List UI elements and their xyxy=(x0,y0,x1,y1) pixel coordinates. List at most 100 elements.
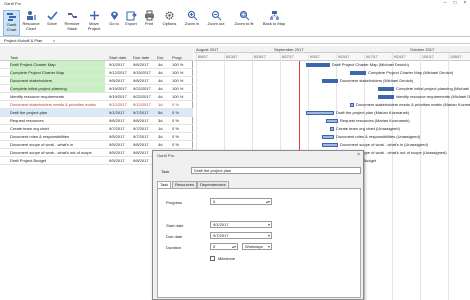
solve-button[interactable]: Solve xyxy=(45,10,59,36)
calendar-dropdown-icon[interactable]: ▾ xyxy=(268,222,270,227)
tab-dependencies[interactable]: Dependencies xyxy=(197,181,229,188)
spin-arrows-icon[interactable]: ▴▾ xyxy=(266,199,270,204)
progress-cell: 100 % xyxy=(172,62,184,67)
gantt-bar[interactable] xyxy=(350,103,354,107)
gantt-bar[interactable] xyxy=(350,71,366,75)
column-header-progress[interactable]: Progr. xyxy=(172,55,183,60)
milestone-checkbox[interactable] xyxy=(210,256,215,261)
task-cell: Draft the project plan xyxy=(10,110,48,115)
start-date-cell: 9/1/2017 xyxy=(109,62,125,67)
start-date-cell: 9/5/2017 xyxy=(109,150,125,155)
due-date-cell: 9/8/2017 xyxy=(133,78,149,83)
month-label: October 2017 xyxy=(410,47,435,52)
week-label: 9/17/17 xyxy=(366,55,378,59)
table-row[interactable]: Document scope of work - what's in 9/5/20… xyxy=(0,141,193,149)
due-date-cell: 9/8/2017 xyxy=(133,118,149,123)
move-project-icon xyxy=(89,11,99,20)
chevron-down-icon[interactable]: ▾ xyxy=(268,244,270,249)
week-label: 8/20/17 xyxy=(254,55,266,59)
month-label: August 2017 xyxy=(196,47,219,52)
duration-unit-select[interactable]: Workdays ▾ xyxy=(242,243,272,250)
table-row[interactable]: Document stakeholders 9/5/2017 9/8/2017 4d 1… xyxy=(0,77,193,85)
week-label: 9/24/17 xyxy=(394,55,406,59)
milestone-label: Milestone xyxy=(218,256,236,261)
gantt-bar[interactable] xyxy=(378,95,394,99)
due-date-cell: 9/6/2017 xyxy=(133,62,149,67)
due-date-field[interactable]: 9/7/2017 ▾ xyxy=(210,232,272,239)
duration-cell: 4d xyxy=(158,78,163,83)
progress-cell: 0 % xyxy=(172,102,179,107)
duration-unit-value: Workdays xyxy=(245,244,263,249)
gantt-bar-label: Identify resource requirements (Michael … xyxy=(396,94,470,99)
progress-cell: 100 % xyxy=(172,78,184,83)
column-header-start[interactable]: Start date xyxy=(109,55,126,60)
due-date-cell: 9/15/2017 xyxy=(133,70,151,75)
gantt-bar[interactable] xyxy=(330,127,334,131)
options-button[interactable]: Options xyxy=(160,10,179,36)
table-row[interactable]: Document stakeholders needs & priorities… xyxy=(0,101,193,109)
resource-chart-button[interactable]: Resource Chart xyxy=(22,10,40,36)
column-header-duration[interactable]: Dur. xyxy=(157,55,164,60)
zoom-out-button[interactable]: Zoom out xyxy=(205,10,227,36)
start-date-field[interactable]: 9/1/2017 ▾ xyxy=(210,221,272,228)
table-row[interactable]: Create team org chart 9/7/2017 9/7/2017 1d 0… xyxy=(0,125,193,133)
duration-label: Duration xyxy=(166,245,182,250)
task-label: Task xyxy=(161,169,170,174)
maximize-button[interactable]: □ xyxy=(450,0,460,7)
week-label: 9/3/17 xyxy=(310,55,320,59)
back-to-map-icon xyxy=(269,11,279,20)
gantt-bar[interactable] xyxy=(306,63,330,67)
back-to-map-button[interactable]: Back to Map xyxy=(261,10,287,36)
task-name-field[interactable]: Draft the project plan xyxy=(191,167,361,174)
remove-slack-icon xyxy=(67,13,77,18)
gantt-bar[interactable] xyxy=(306,111,334,115)
gantt-bar-label: Document roles & responsibilities (Unass… xyxy=(336,134,421,139)
remove-slack-button[interactable]: Remove Slack xyxy=(63,10,81,36)
progress-field[interactable]: 0 ▴▾ xyxy=(210,198,272,205)
duration-field[interactable]: 5 ▴▾ xyxy=(210,243,238,250)
print-button[interactable]: Print xyxy=(142,10,156,36)
table-row[interactable]: Draft Project Charter Map 9/1/2017 9/6/201… xyxy=(0,61,193,69)
table-row[interactable]: Document roles & responsibilities 9/5/201… xyxy=(0,133,193,141)
duration-cell: 1d xyxy=(158,126,163,131)
gantt-chart-button[interactable]: Gantt Chart xyxy=(3,10,20,36)
due-date-cell: 9/7/2017 xyxy=(133,134,149,139)
gantt-bar[interactable] xyxy=(322,79,338,83)
zoom-to-fit-button[interactable]: Zoom to fit xyxy=(231,10,257,36)
map-pin-icon xyxy=(110,11,118,20)
ribbon-toolbar: Gantt Chart Resource Chart Solve Remove … xyxy=(0,8,470,37)
export-button[interactable]: Export xyxy=(123,10,139,36)
task-cell: Document roles & responsibilities xyxy=(10,134,70,139)
table-row[interactable]: Identify resource requirements 9/19/2017 9… xyxy=(0,93,193,101)
gantt-bar[interactable] xyxy=(326,119,338,123)
calendar-dropdown-icon[interactable]: ▾ xyxy=(268,233,270,238)
table-row[interactable]: Draft the project plan 9/1/2017 9/7/2017 5d… xyxy=(0,109,193,117)
document-tab[interactable]: Project Kickoff & Plan xyxy=(4,38,42,43)
zoom-in-button[interactable]: Zoom in xyxy=(182,10,202,36)
task-cell: Create team org chart xyxy=(10,126,49,131)
progress-cell: 100 % xyxy=(172,70,184,75)
week-label: 8/13/17 xyxy=(226,55,238,59)
duration-cell: 5d xyxy=(158,110,163,115)
column-header-task[interactable]: Task xyxy=(10,55,18,60)
tab-resources[interactable]: Resources xyxy=(172,181,198,188)
start-date-cell: 9/5/2017 xyxy=(109,134,125,139)
close-tab-icon[interactable]: × xyxy=(53,38,55,43)
gantt-bar[interactable] xyxy=(322,135,334,139)
dialog-title: Gantt Pro xyxy=(157,153,175,158)
spin-arrows-icon[interactable]: ▴▾ xyxy=(232,244,236,249)
table-row[interactable]: Complete initial project planning 9/19/20… xyxy=(0,85,193,93)
go-to-button[interactable]: Go to xyxy=(107,10,121,36)
close-window-button[interactable]: × xyxy=(460,0,470,7)
table-row[interactable]: Complete Project Charter Map 9/12/2017 9/1… xyxy=(0,69,193,77)
move-project-button[interactable]: Move Project xyxy=(85,10,103,36)
minimize-button[interactable]: – xyxy=(440,0,450,7)
gantt-bar-label: Create team org chart (Unassigned) xyxy=(336,126,400,131)
table-row[interactable]: Request resources 9/6/2017 9/8/2017 3d 0 % xyxy=(0,117,193,125)
gantt-bar-label: Draft the project plan (Marian Kozmanek) xyxy=(336,110,410,115)
column-header-due[interactable]: Due date xyxy=(133,55,149,60)
gantt-bar[interactable] xyxy=(378,87,394,91)
gantt-bar[interactable] xyxy=(322,143,338,147)
week-label: 8/27/17 xyxy=(282,55,294,59)
dialog-close-icon[interactable]: × xyxy=(357,152,360,158)
